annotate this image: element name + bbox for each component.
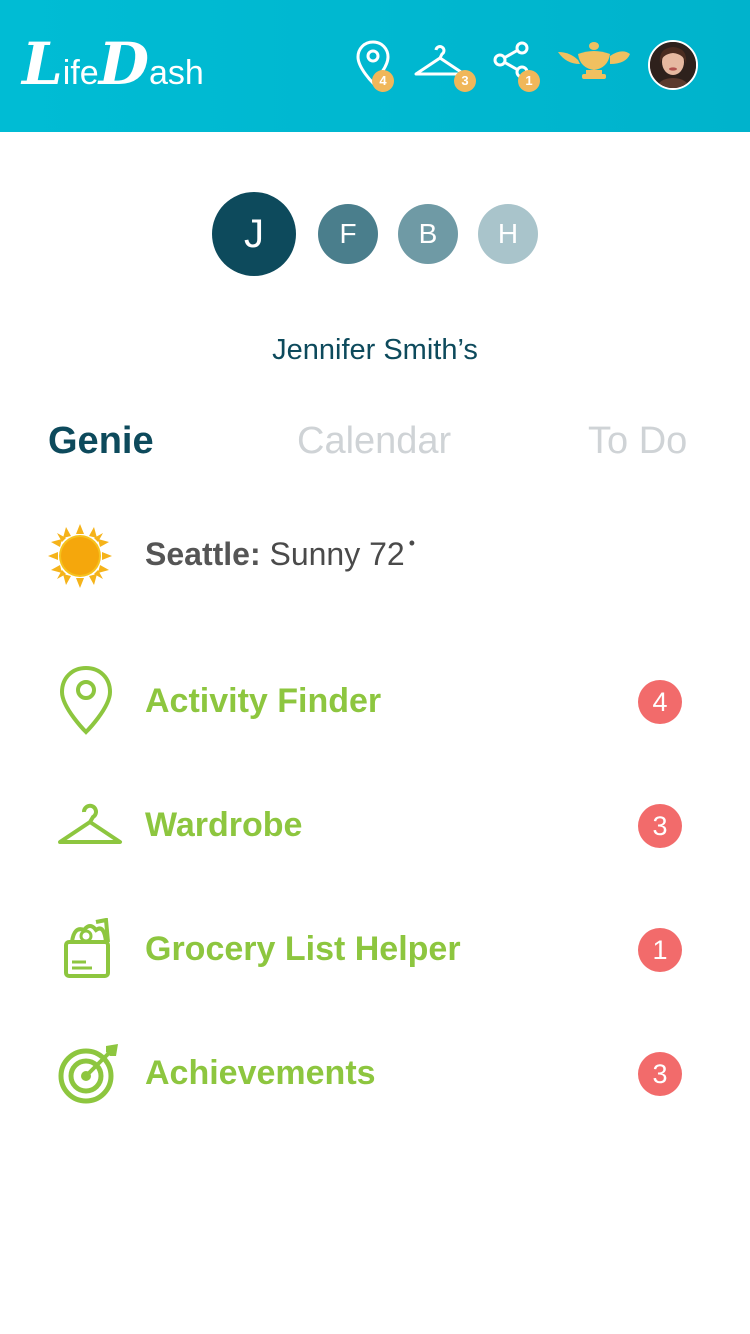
header-activity-button[interactable]: 4 — [355, 40, 395, 92]
genie-lamp-icon — [558, 42, 630, 79]
list-item-label: Grocery List Helper — [145, 930, 461, 968]
header-genie-button[interactable] — [556, 40, 632, 84]
hanger-icon — [56, 802, 124, 855]
tab-genie[interactable]: Genie — [48, 420, 154, 463]
notification-badge: 1 — [638, 928, 682, 972]
profile-initial: H — [497, 218, 519, 249]
weather-city: Seattle: — [145, 536, 261, 572]
profile-initial: J — [244, 212, 264, 256]
lifedash-logo[interactable]: LifeDash — [22, 30, 204, 98]
wardrobe-count-badge: 3 — [454, 70, 476, 92]
location-count-badge: 4 — [372, 70, 394, 92]
header-share-button[interactable]: 1 — [492, 40, 542, 92]
profile-h[interactable]: H — [478, 204, 538, 264]
logo-text-ife: ife — [62, 54, 99, 92]
weather-condition: Sunny 72 — [269, 536, 405, 572]
profile-f[interactable]: F — [318, 204, 378, 264]
list-item-activity-finder[interactable]: Activity Finder 4 — [0, 656, 750, 746]
user-photo — [650, 42, 696, 88]
list-item-wardrobe[interactable]: Wardrobe 3 — [0, 780, 750, 870]
list-item-achievements[interactable]: Achievements 3 — [0, 1028, 750, 1118]
profile-owner-title: Jennifer Smith’s — [272, 334, 478, 366]
user-avatar[interactable] — [648, 40, 698, 90]
profile-b[interactable]: B — [398, 204, 458, 264]
sun-icon — [48, 524, 112, 593]
tab-todo[interactable]: To Do — [588, 420, 687, 463]
notification-badge: 3 — [638, 1052, 682, 1096]
location-pin-icon — [56, 664, 116, 741]
logo-letter-d: D — [98, 30, 149, 98]
list-item-label: Activity Finder — [145, 682, 382, 720]
share-count-badge: 1 — [518, 70, 540, 92]
notification-badge: 4 — [638, 680, 682, 724]
logo-letter-l: L — [22, 30, 63, 98]
tab-calendar[interactable]: Calendar — [297, 420, 451, 463]
notification-badge: 3 — [638, 804, 682, 848]
profile-initial: F — [339, 218, 357, 249]
list-item-label: Wardrobe — [145, 806, 303, 844]
top-bar: LifeDash 4 3 1 — [0, 0, 750, 132]
degree-mark: • — [408, 533, 416, 553]
header-wardrobe-button[interactable]: 3 — [412, 42, 476, 92]
weather-readout: Seattle: Sunny 72 • — [145, 533, 416, 573]
grocery-bag-icon — [56, 917, 116, 985]
logo-text-ash: ash — [149, 54, 204, 92]
list-item-grocery-list-helper[interactable]: Grocery List Helper 1 — [0, 904, 750, 994]
target-icon — [56, 1044, 122, 1109]
profile-initial: B — [418, 218, 438, 249]
list-item-label: Achievements — [145, 1054, 376, 1092]
profile-j[interactable]: J — [212, 192, 296, 276]
